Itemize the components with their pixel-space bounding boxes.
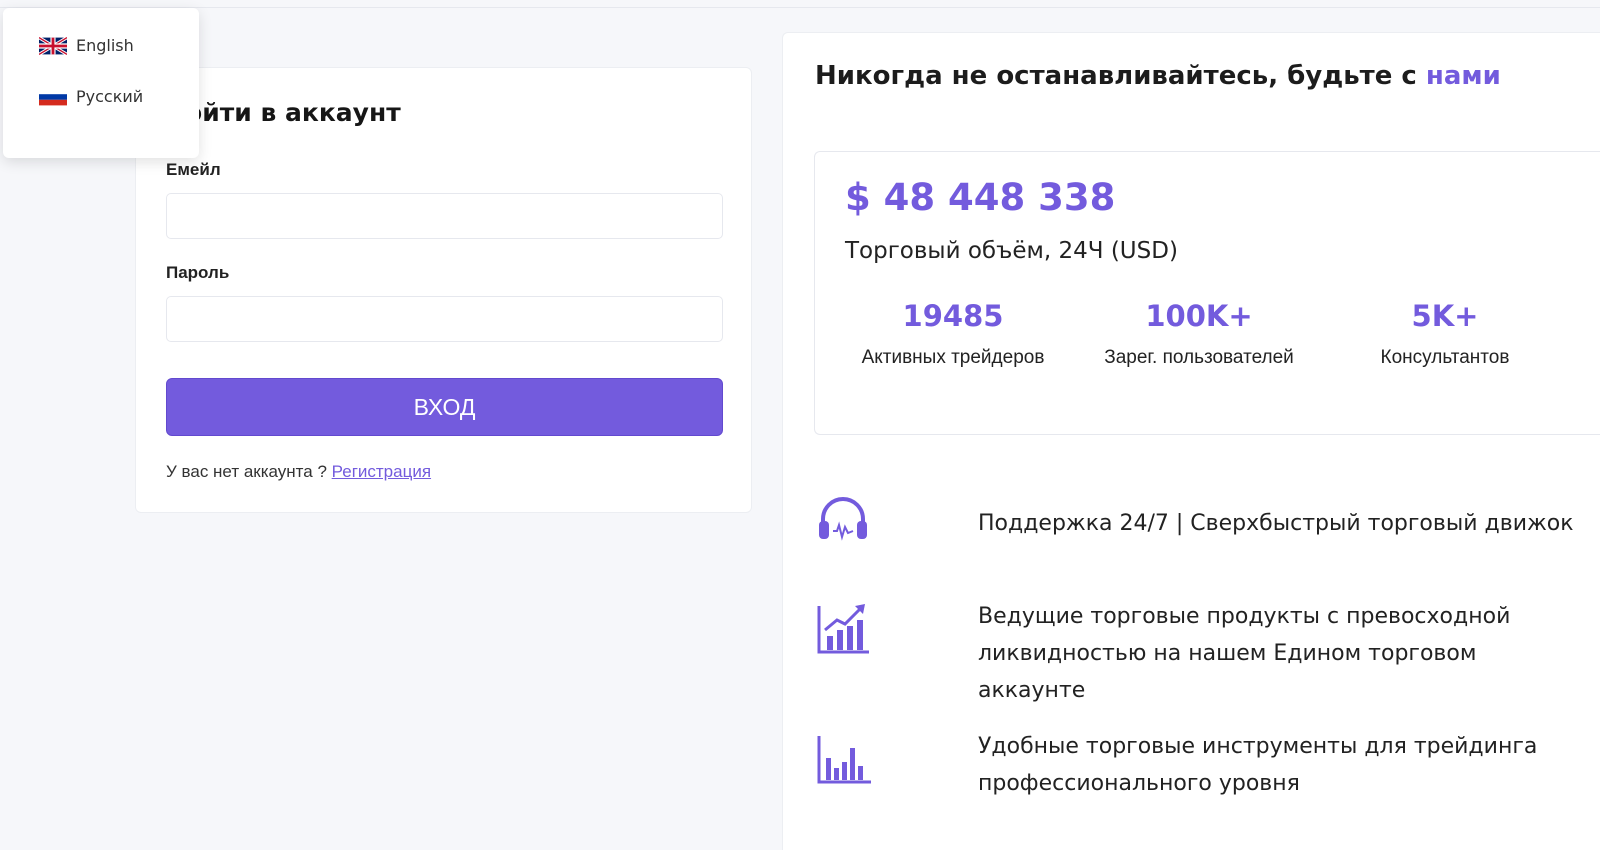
feature-text: Ведущие торговые продукты с превосходной… [978,604,1511,703]
password-label: Пароль [166,263,230,282]
headline-accent: нами [1425,61,1501,91]
register-prompt: У вас нет аккаунта ? Регистрация [166,462,431,482]
stat-label: Консультантов [1380,347,1510,368]
stat-value: 5K+ [1411,299,1479,333]
bar-chart-icon [817,736,871,784]
language-menu: English Русский [3,8,199,158]
stat-consultants: 5K+ Консультантов [1325,299,1565,369]
trading-volume: $ 48 448 338 [845,176,1116,219]
uk-flag-icon [39,36,67,55]
stat-label: Зарег. пользователей [1104,347,1294,368]
stat-active-traders: 19485 Активных трейдеров [833,299,1073,369]
promo-panel: Никогда не останавливайтесь, будьте с на… [782,32,1600,850]
headline-text: Никогда не останавливайтесь, будьте с [815,61,1417,91]
promo-headline: Никогда не останавливайтесь, будьте с на… [815,61,1501,91]
language-label-russian: Русский [76,87,144,106]
top-bar [0,0,1600,8]
login-button[interactable]: ВХОД [166,378,723,436]
language-option-russian[interactable]: Русский [39,87,143,106]
growth-chart-icon [817,604,869,654]
feature-text: Удобные торговые инструменты для трейдин… [978,734,1538,796]
language-label-english: English [76,36,134,55]
password-input[interactable] [166,296,723,342]
login-title: Войти в аккаунт [166,98,401,127]
stat-registered-users: 100K+ Зарег. пользователей [1079,299,1319,369]
feature-text: Поддержка 24/7 | Сверхбыстрый торговый д… [978,511,1574,536]
stat-value: 100K+ [1145,299,1253,333]
stat-label: Активных трейдеров [861,347,1045,368]
language-option-english[interactable]: English [39,36,134,55]
trading-volume-label: Торговый объём, 24Ч (USD) [845,238,1178,264]
email-input[interactable] [166,193,723,239]
russia-flag-icon [39,88,67,105]
login-card: Войти в аккаунт Емейл Пароль ВХОД У вас … [135,67,752,513]
register-link[interactable]: Регистрация [332,462,431,481]
stat-value: 19485 [902,299,1004,333]
no-account-text: У вас нет аккаунта ? [166,462,327,481]
stats-box: $ 48 448 338 Торговый объём, 24Ч (USD) 1… [814,151,1600,435]
email-label: Емейл [166,160,221,179]
headset-icon [819,497,867,541]
